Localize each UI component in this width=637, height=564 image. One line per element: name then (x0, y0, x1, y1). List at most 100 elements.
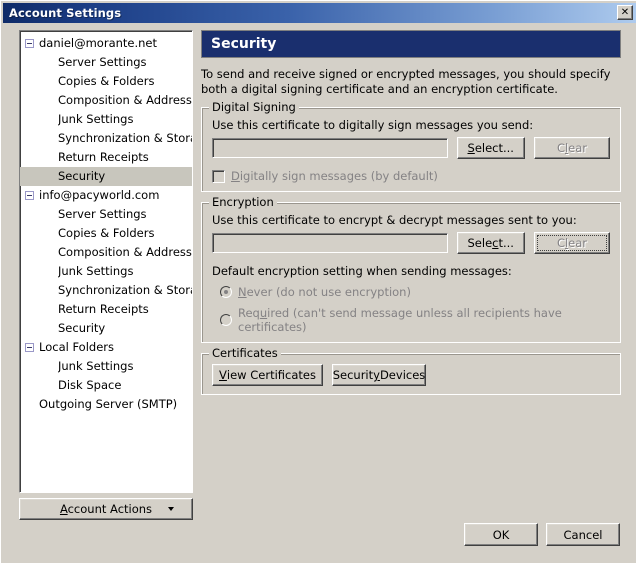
security-devices-label-post: Devices (379, 368, 426, 382)
signing-clear-label-post: ear (568, 141, 588, 155)
sign-by-default-accel: D (231, 169, 240, 183)
signing-clear-label-pre: C (556, 141, 565, 155)
sidebar-item-junk-settings[interactable]: Junk Settings (20, 110, 192, 129)
digital-signing-group-title: Digital Signing (209, 101, 299, 113)
pane-description: To send and receive signed or encrypted … (201, 67, 611, 96)
sign-by-default-label: Digitally sign messages (by default) (231, 169, 438, 183)
account-actions-button[interactable]: Account Actions (19, 498, 193, 520)
certificates-buttons-row: View Certificates Securit y Devices (212, 364, 610, 386)
sidebar-item-return-receipts[interactable]: Return Receipts (20, 148, 192, 167)
sidebar-item-label: Copies & Folders (58, 74, 155, 88)
sidebar-item-label: Security (58, 321, 106, 335)
sidebar-item-return-receipts[interactable]: Return Receipts (20, 300, 192, 319)
signing-select-button[interactable]: Select... (456, 137, 525, 159)
sidebar-item-label: Copies & Folders (58, 226, 155, 240)
sign-by-default-checkbox-row[interactable]: Digitally sign messages (by default) (212, 169, 610, 183)
sidebar-item-server-settings[interactable]: Server Settings (20, 53, 192, 72)
sidebar-item-local-folders[interactable]: Local Folders (20, 338, 192, 357)
sidebar-item-label: Junk Settings (58, 112, 134, 126)
sidebar-item-composition-addressing[interactable]: Composition & Addressing (20, 243, 192, 262)
sidebar-item-composition-addressing[interactable]: Composition & Addressing (20, 91, 192, 110)
sidebar-item-junk-settings[interactable]: Junk Settings (20, 262, 192, 281)
sidebar-item-label: info@pacyworld.com (39, 188, 160, 202)
tree-collapse-icon[interactable] (25, 39, 34, 48)
checkbox-icon[interactable] (212, 169, 225, 183)
encryption-row: Sele c t... Cl ear (212, 232, 611, 254)
security-devices-button[interactable]: Securit y Devices (332, 364, 426, 386)
dialog-footer: OK Cancel (464, 523, 620, 546)
sidebar-item-junk-settings[interactable]: Junk Settings (20, 357, 192, 376)
view-certificates-label: iew Certificates (226, 368, 316, 382)
digital-signing-row: Select... Cl ear (212, 137, 611, 159)
account-actions-text: ccount Actions (67, 502, 153, 516)
digital-signing-instruction: Use this certificate to digitally sign m… (212, 118, 534, 132)
sidebar-item-label: Synchronization & Storage (58, 283, 192, 297)
sidebar-item-daniel-morante-net[interactable]: daniel@morante.net (20, 34, 192, 53)
sidebar-item-synchronization-storage[interactable]: Synchronization & Storage (20, 129, 192, 148)
signing-select-label: elect... (474, 141, 514, 155)
radio-icon[interactable] (220, 314, 232, 326)
sidebar-item-label: daniel@morante.net (39, 36, 158, 50)
sidebar-item-label: Server Settings (58, 207, 147, 221)
sidebar-item-label: Security (58, 169, 106, 183)
encryption-select-label-post: t... (498, 236, 514, 250)
encryption-clear-button[interactable]: Cl ear (533, 232, 611, 254)
encryption-option-required-pre: Req (238, 306, 260, 320)
sidebar-item-disk-space[interactable]: Disk Space (20, 376, 192, 395)
encryption-option-never[interactable]: Never (do not use encryption) (220, 285, 610, 299)
sidebar-item-label: Junk Settings (58, 359, 134, 373)
sidebar-item-security[interactable]: Security (20, 319, 192, 338)
security-devices-accel: y (373, 368, 380, 382)
sidebar-item-label: Junk Settings (58, 264, 134, 278)
cancel-button[interactable]: Cancel (546, 523, 620, 546)
window-titlebar[interactable]: Account Settings ✕ (3, 3, 636, 23)
encryption-instruction: Use this certificate to encrypt & decryp… (212, 213, 577, 227)
security-devices-label-pre: Securit (332, 368, 374, 382)
encryption-group: Encryption Use this certificate to encry… (201, 196, 621, 343)
sidebar-item-label: Composition & Addressing (58, 245, 192, 259)
signing-select-accel: S (467, 141, 475, 155)
encryption-group-title: Encryption (209, 196, 277, 208)
tree-collapse-icon[interactable] (25, 191, 34, 200)
sidebar-item-label: Composition & Addressing (58, 93, 192, 107)
sidebar-item-label: Outgoing Server (SMTP) (39, 397, 178, 411)
encryption-clear-label-pre: C (556, 236, 565, 250)
sidebar-item-label: Return Receipts (58, 150, 149, 164)
radio-icon[interactable] (220, 286, 232, 298)
ok-button[interactable]: OK (464, 523, 538, 546)
close-icon[interactable]: ✕ (617, 5, 633, 20)
chevron-down-icon (168, 507, 174, 511)
view-certificates-button[interactable]: View Certificates (212, 364, 323, 386)
encryption-option-required-text: ired (can't send message unless all reci… (238, 306, 562, 334)
digital-signing-group: Digital Signing Use this certificate to … (201, 101, 621, 192)
tree-collapse-icon[interactable] (25, 343, 34, 352)
window-title: Account Settings (9, 6, 122, 20)
encryption-clear-label-post: ear (568, 236, 588, 250)
encryption-select-button[interactable]: Sele c t... (456, 232, 525, 254)
accounts-tree[interactable]: daniel@morante.net Server Settings Copies … (19, 30, 193, 493)
encryption-option-never-label: Never (do not use encryption) (238, 285, 411, 299)
sidebar-item-security[interactable]: Security (20, 167, 192, 186)
view-certificates-accel: V (219, 368, 227, 382)
page-title: Security (201, 30, 621, 58)
sidebar-item-synchronization-storage[interactable]: Synchronization & Storage (20, 281, 192, 300)
account-actions-label: Account Actions (60, 502, 152, 516)
sign-by-default-text: igitally sign messages (by default) (239, 169, 438, 183)
encryption-option-never-text: ever (do not use encryption) (246, 285, 411, 299)
encryption-certificate-input[interactable] (212, 233, 448, 253)
certificates-group: Certificates View Certificates Securit y … (201, 347, 621, 395)
certificates-group-title: Certificates (209, 347, 281, 359)
sidebar-item-server-settings[interactable]: Server Settings (20, 205, 192, 224)
sidebar-item-copies-folders[interactable]: Copies & Folders (20, 224, 192, 243)
signing-clear-button[interactable]: Cl ear (533, 137, 611, 159)
encryption-select-label-pre: Sele (467, 236, 493, 250)
sidebar-item-info-pacyworld-com[interactable]: info@pacyworld.com (20, 186, 192, 205)
sidebar-item-copies-folders[interactable]: Copies & Folders (20, 72, 192, 91)
sidebar-item-outgoing-server-smtp[interactable]: Outgoing Server (SMTP) (20, 395, 192, 414)
sidebar-item-label: Server Settings (58, 55, 147, 69)
sidebar-item-label: Synchronization & Storage (58, 131, 192, 145)
signing-certificate-input[interactable] (212, 138, 448, 158)
encryption-clear-accel: l (564, 236, 569, 250)
encryption-option-required[interactable]: Required (can't send message unless all … (220, 306, 610, 334)
security-pane: Security To send and receive signed or e… (201, 30, 621, 395)
